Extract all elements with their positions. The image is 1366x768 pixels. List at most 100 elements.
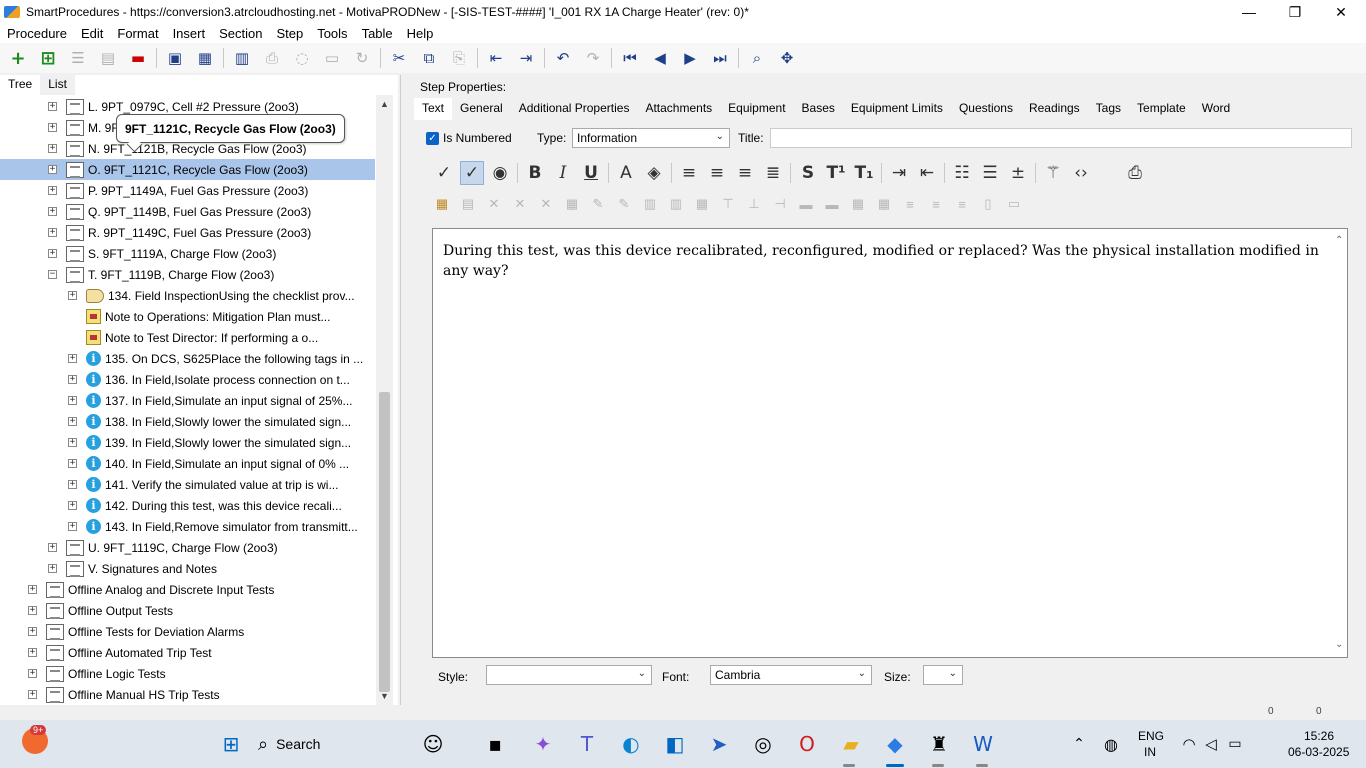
tree-row[interactable]: + Offline Automated Trip Test: [28, 642, 376, 663]
tree-row[interactable]: +134. Field InspectionUsing the checklis…: [68, 285, 376, 306]
task-view-icon[interactable]: ▪: [480, 729, 510, 759]
row-above-icon[interactable]: ⊤: [718, 196, 738, 212]
menu-edit[interactable]: Edit: [81, 26, 103, 41]
table-delete-row-icon[interactable]: ✕: [536, 196, 556, 212]
minimize-button[interactable]: —: [1226, 0, 1272, 24]
tree-row[interactable]: + i 142. During this test, was this device…: [68, 495, 376, 516]
col-left-icon[interactable]: ⊣: [770, 196, 790, 212]
add-icon[interactable]: +: [6, 46, 30, 70]
is-numbered-checkbox[interactable]: ✓: [426, 132, 439, 145]
tree-row[interactable]: + i 139. In Field,Slowly lower the simulat…: [68, 432, 376, 453]
style-select[interactable]: ⌄: [486, 665, 652, 685]
tab-bases[interactable]: Bases: [794, 98, 843, 120]
maximize-button[interactable]: ❐: [1272, 0, 1318, 24]
scroll-up-icon[interactable]: ⌃: [1335, 235, 1343, 246]
tab-questions[interactable]: Questions: [951, 98, 1021, 120]
add-child-icon[interactable]: ⊞: [36, 46, 60, 70]
menu-help[interactable]: Help: [407, 26, 434, 41]
smartprocedures-icon[interactable]: ◆: [880, 729, 910, 759]
menu-tools[interactable]: Tools: [317, 26, 347, 41]
expand-icon[interactable]: +: [68, 522, 77, 531]
font-color-icon[interactable]: A: [614, 161, 638, 185]
first-icon[interactable]: ⏮: [618, 46, 642, 70]
copilot-icon[interactable]: ✦: [528, 729, 558, 759]
align-table-center-icon[interactable]: ≡: [926, 196, 946, 212]
expand-icon[interactable]: +: [48, 249, 57, 258]
step-text-editor[interactable]: During this test, was this device recali…: [432, 228, 1348, 658]
expand-icon[interactable]: +: [68, 501, 77, 510]
scroll-down-icon[interactable]: ▼: [380, 691, 389, 701]
last-icon[interactable]: ⏭: [708, 46, 732, 70]
align-left-icon[interactable]: ≡: [677, 161, 701, 185]
redo-list-icon[interactable]: ↻: [350, 46, 374, 70]
row-below-icon[interactable]: ⊥: [744, 196, 764, 212]
app-arrow-icon[interactable]: ➤: [704, 729, 734, 759]
list-icon[interactable]: ☰: [66, 46, 90, 70]
tab-general[interactable]: General: [452, 98, 511, 120]
expand-icon[interactable]: +: [48, 144, 57, 153]
tree-row[interactable]: + i 136. In Field,Isolate process connecti…: [68, 369, 376, 390]
tab-additional-properties[interactable]: Additional Properties: [511, 98, 638, 120]
tree-row[interactable]: − T. 9FT_1119B, Charge Flow (2oo3): [48, 264, 376, 285]
tree-row[interactable]: + Offline Tests for Deviation Alarms: [28, 621, 376, 642]
align-table-left-icon[interactable]: ≡: [900, 196, 920, 212]
battery-icon[interactable]: ▭: [1220, 729, 1250, 759]
expand-icon[interactable]: +: [48, 207, 57, 216]
print-icon[interactable]: ⎙: [1123, 161, 1147, 185]
align-center-icon[interactable]: ≡: [705, 161, 729, 185]
scroll-thumb[interactable]: [379, 392, 390, 692]
tree-row[interactable]: + R. 9PT_1149C, Fuel Gas Pressure (2oo3): [48, 222, 376, 243]
align-table-right-icon[interactable]: ≡: [952, 196, 972, 212]
remove-icon[interactable]: ▬: [126, 46, 150, 70]
tree-row[interactable]: + Offline Manual HS Trip Tests: [28, 684, 376, 705]
editor-scrollbar[interactable]: ⌃ ⌄: [1333, 229, 1347, 657]
teams-icon[interactable]: T: [572, 729, 602, 759]
tree-row[interactable]: + P. 9PT_1149A, Fuel Gas Pressure (2oo3): [48, 180, 376, 201]
start-icon[interactable]: ⊞: [216, 729, 246, 759]
spellcheck-icon[interactable]: ⌕: [745, 46, 769, 70]
tree-row[interactable]: + Offline Output Tests: [28, 600, 376, 621]
tab-attachments[interactable]: Attachments: [637, 98, 720, 120]
chevron-up-icon[interactable]: ⌃: [1064, 729, 1094, 759]
expand-icon[interactable]: +: [68, 417, 77, 426]
table-prop-icon[interactable]: ✎: [614, 196, 634, 212]
expand-icon[interactable]: +: [28, 669, 37, 678]
copy-icon[interactable]: ⧉: [417, 46, 441, 70]
people-icon[interactable]: ☺: [418, 729, 448, 759]
cell-wide-icon[interactable]: ▭: [1004, 196, 1024, 212]
col-right-icon[interactable]: ▬: [796, 196, 816, 212]
menu-insert[interactable]: Insert: [173, 26, 206, 41]
font-select[interactable]: Cambria ⌄: [710, 665, 872, 685]
edge-icon[interactable]: ◐: [616, 729, 646, 759]
tab-template[interactable]: Template: [1129, 98, 1194, 120]
numbered-list-icon[interactable]: ☰: [978, 161, 1002, 185]
tree-row[interactable]: Note to Operations: Mitigation Plan must…: [68, 306, 376, 327]
tree-row[interactable]: + U. 9FT_1119C, Charge Flow (2oo3): [48, 537, 376, 558]
italic-icon[interactable]: I: [551, 161, 575, 185]
expand-icon[interactable]: +: [28, 585, 37, 594]
tree-row[interactable]: + i 135. On DCS, S625Place the following t…: [68, 348, 376, 369]
clock-time[interactable]: 15:26: [1304, 729, 1334, 743]
title-input[interactable]: [770, 128, 1352, 148]
scroll-down-icon[interactable]: ⌄: [1335, 639, 1343, 650]
tree-row[interactable]: + i 140. In Field,Simulate an input signal…: [68, 453, 376, 474]
tree-row[interactable]: + Offline Logic Tests: [28, 663, 376, 684]
underline-icon[interactable]: U: [579, 161, 603, 185]
expand-icon[interactable]: +: [48, 543, 57, 552]
table-cols2-icon[interactable]: ▥: [666, 196, 686, 212]
menu-procedure[interactable]: Procedure: [7, 26, 67, 41]
tab-equipment-limits[interactable]: Equipment Limits: [843, 98, 951, 120]
border2-icon[interactable]: ▦: [874, 196, 894, 212]
cell-icon[interactable]: ▯: [978, 196, 998, 212]
step-body-text[interactable]: During this test, was this device recali…: [443, 241, 1325, 281]
close-button[interactable]: ✕: [1318, 0, 1364, 24]
table-edit-icon[interactable]: ✎: [588, 196, 608, 212]
table-row-icon[interactable]: ▤: [458, 196, 478, 212]
bold-icon[interactable]: B: [523, 161, 547, 185]
collapse-icon[interactable]: −: [48, 270, 57, 279]
move-icon[interactable]: ✥: [775, 46, 799, 70]
expand-icon[interactable]: +: [68, 396, 77, 405]
redo-icon[interactable]: ↷: [581, 46, 605, 70]
expand-icon[interactable]: +: [68, 438, 77, 447]
print-icon[interactable]: ⎙: [260, 46, 284, 70]
